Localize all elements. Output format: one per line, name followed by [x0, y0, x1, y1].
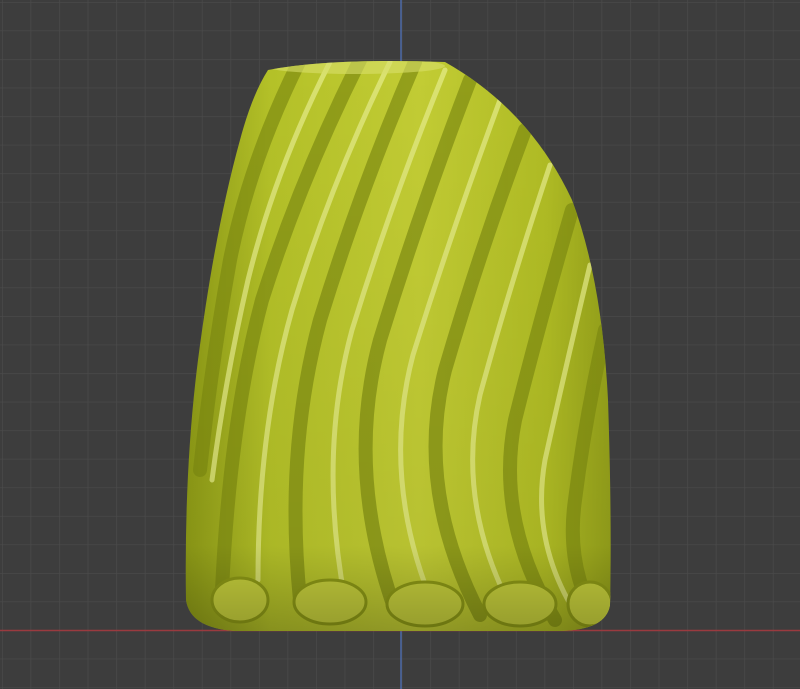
viewport-canvas[interactable]: [0, 0, 800, 689]
3d-viewport[interactable]: [0, 0, 800, 689]
